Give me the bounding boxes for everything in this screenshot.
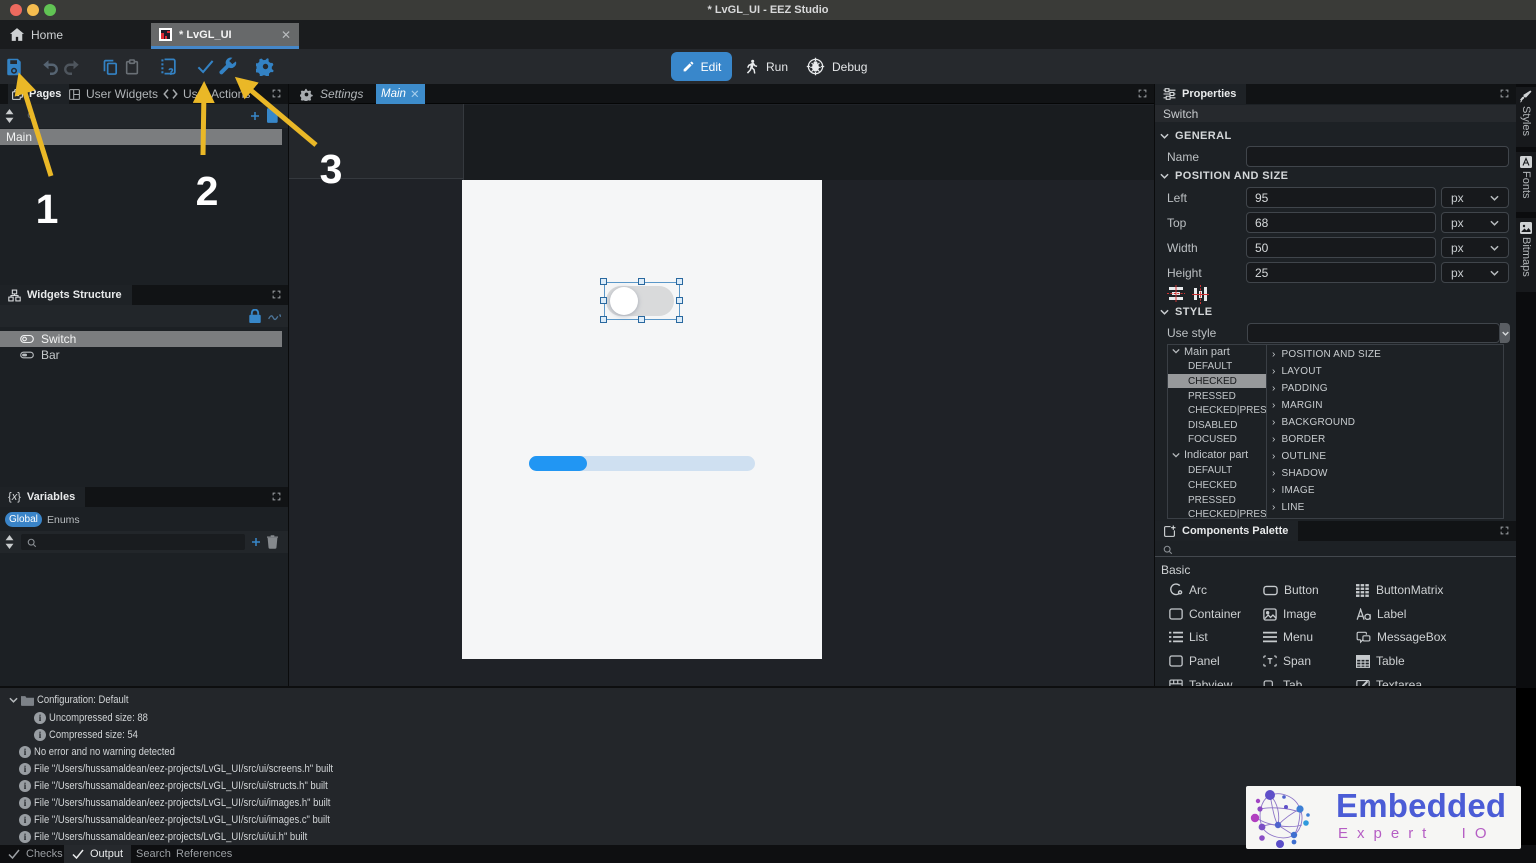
svg-text:1: 1	[36, 186, 59, 232]
svg-text:2: 2	[196, 168, 219, 214]
svg-text:3: 3	[320, 146, 343, 192]
